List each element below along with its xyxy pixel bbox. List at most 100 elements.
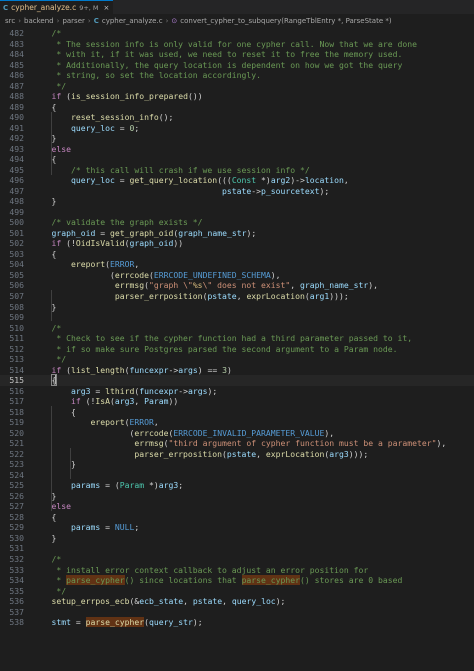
breadcrumb-item-src[interactable]: src [5,17,15,25]
code-token: )) [173,238,184,249]
line-number: 532 [9,554,24,564]
code-line[interactable]: 484 * with it, if it was used, we need t… [0,49,474,60]
code-line[interactable]: 490 reset_session_info(); [0,112,474,123]
line-number: 499 [9,206,24,217]
tab-cypher-analyze[interactable]: C cypher_analyze.c 9+, M × [0,0,114,14]
code-line[interactable]: 500 /* validate the graph exists */ [0,217,474,228]
code-line[interactable]: 487 */ [0,81,474,92]
code-line[interactable]: 534 * parse_cypher() since locations tha… [0,575,474,586]
code-editor[interactable]: 482 /* 483 * The session info is only val… [0,28,474,671]
line-number: 519 [9,417,24,428]
code-line[interactable]: 509 [0,312,474,323]
code-line[interactable]: 507 parser_errposition(pstate, exprLocat… [0,291,474,302]
code-text: } [32,491,56,502]
code-line[interactable]: 529 params = NULL; [0,522,474,533]
code-text: parser_errposition(pstate, exprLocation(… [32,291,349,302]
code-line[interactable]: 521 errmsg("third argument of cypher fun… [0,438,474,449]
code-line[interactable]: 496 query_loc = get_query_location(((Con… [0,175,474,186]
code-line[interactable]: 508 } [0,302,474,313]
code-line[interactable]: 532 /* [0,554,474,565]
line-number: 525 [9,480,24,491]
code-line[interactable]: 514 if (list_length(funcexpr->args) == 3… [0,365,474,376]
code-line[interactable]: 502 if (!OidIsValid(graph_oid)) [0,238,474,249]
code-line[interactable]: 511 * Check to see if the cypher functio… [0,333,474,344]
code-line[interactable]: 531 [0,543,474,554]
code-line[interactable]: 498 } [0,196,474,207]
code-line[interactable]: 506 errmsg("graph \"%s\" does not exist"… [0,280,474,291]
code-line[interactable]: 503 { [0,249,474,260]
code-line[interactable]: 519 ereport(ERROR, [0,417,474,428]
breadcrumb-item-function[interactable]: convert_cypher_to_subquery(RangeTblEntry… [180,17,391,25]
code-token: = [70,617,86,628]
code-line[interactable]: 520 (errcode(ERRCODE_INVALID_PARAMETER_V… [0,428,474,439]
line-number: 497 [9,185,24,196]
code-line[interactable]: 497 pstate->p_sourcetext); [0,186,474,197]
code-token: , [256,448,266,459]
code-line[interactable]: 483 * The session info is only valid for… [0,39,474,50]
line-number: 484 [9,49,24,60]
code-line[interactable]: 527 else [0,501,474,512]
code-line[interactable]: 516 arg3 = lthird(funcexpr->args); [0,386,474,397]
code-line[interactable]: 512 * if so make sure Postgres parsed th… [0,344,474,355]
code-line[interactable]: 488 if (is_session_info_prepared()) [0,91,474,102]
code-text: (errcode(ERRCODE_INVALID_PARAMETER_VALUE… [32,428,334,439]
code-line[interactable]: 528 { [0,512,474,523]
breadcrumb-item-backend[interactable]: backend [24,17,54,25]
line-number: 515 [9,375,24,386]
code-text: * parse_cypher() since locations that pa… [32,575,402,586]
breadcrumb-item-file[interactable]: cypher_analyze.c [102,17,163,25]
code-token: /* [32,28,62,38]
code-line[interactable]: 499 [0,207,474,218]
code-token: (! [85,396,96,407]
code-token: graph_oid [129,238,174,249]
code-line[interactable]: 515 { [0,374,474,387]
code-line[interactable]: 495 /* this call will crash if we use se… [0,165,474,176]
code-token: () stores are 0 based [300,575,403,586]
code-line[interactable]: 493 else [0,144,474,155]
code-token: graph_name_str [178,227,247,238]
code-line[interactable]: 491 query_loc = 0; [0,123,474,134]
code-line[interactable]: 494 { [0,154,474,165]
code-line[interactable]: 523 } [0,459,474,470]
code-line[interactable]: 492 } [0,133,474,144]
code-token: query_str [148,617,193,628]
code-line[interactable]: 485 * Additionally, the query location i… [0,60,474,71]
code-line[interactable]: 530 } [0,533,474,544]
code-line[interactable]: 504 ereport(ERROR, [0,259,474,270]
code-token: ERRCODE_INVALID_PARAMETER_VALUE [173,427,325,438]
code-line[interactable]: 513 */ [0,354,474,365]
code-line[interactable]: 526 } [0,491,474,502]
code-token: Param [119,480,145,491]
code-line[interactable]: 489 { [0,102,474,113]
code-line[interactable]: 533 * install error context callback to … [0,565,474,576]
code-line[interactable]: 510 /* [0,323,474,334]
breadcrumb-item-parser[interactable]: parser [62,17,84,25]
code-line[interactable]: 535 */ [0,586,474,597]
code-token: "graph \" [148,280,193,291]
code-token: arg3 [158,480,179,491]
code-token: ERROR [129,417,154,428]
code-line[interactable]: 538 stmt = parse_cypher(query_str); [0,617,474,628]
code-text: } [32,533,56,544]
code-line[interactable]: 505 (errcode(ERRCODE_UNDEFINED_SCHEMA), [0,270,474,281]
code-line[interactable]: 517 if (!IsA(arg3, Param)) [0,396,474,407]
code-line[interactable]: 501 graph_oid = get_graph_oid(graph_name… [0,228,474,239]
code-line[interactable]: 522 parser_errposition(pstate, exprLocat… [0,449,474,460]
code-text: (errcode(ERRCODE_UNDEFINED_SCHEMA), [32,270,281,281]
code-line[interactable]: 536 setup_errpos_ecb(&ecb_state, pstate,… [0,596,474,607]
code-line[interactable]: 537 [0,607,474,618]
code-line[interactable]: 482 /* [0,28,474,39]
code-token: if [32,364,67,375]
line-number: 531 [9,543,24,554]
code-line[interactable]: 486 * string, so set the location accord… [0,70,474,81]
code-token: errmsg [32,438,164,449]
code-line[interactable]: 525 params = (Param *)arg3; [0,480,474,491]
code-line[interactable]: 524 [0,470,474,481]
code-token: ), [368,280,379,291]
line-number: 516 [9,385,24,396]
code-text: { [32,102,56,113]
code-token: ); [275,596,286,607]
close-icon[interactable]: × [104,4,110,12]
code-token: { [32,406,76,417]
code-line[interactable]: 518 { [0,407,474,418]
